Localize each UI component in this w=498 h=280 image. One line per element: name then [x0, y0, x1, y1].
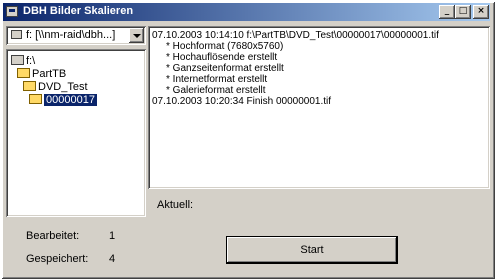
start-button[interactable]: Start: [227, 237, 397, 263]
folder-tree[interactable]: f:\ PartTB DVD_Test 00000017: [6, 49, 146, 217]
bearbeitet-label: Bearbeitet:: [26, 230, 80, 242]
tree-item-drive[interactable]: f:\: [11, 55, 35, 68]
folder-open-icon: [17, 68, 30, 78]
tree-item-parttb[interactable]: PartTB: [17, 68, 66, 81]
minimize-button[interactable]: _: [439, 5, 455, 19]
gespeichert-count: 4: [109, 253, 116, 265]
maximize-button[interactable]: □: [455, 5, 471, 19]
log-line: 07.10.2003 10:20:34 Finish 00000001.tif: [152, 96, 332, 107]
gespeichert-label: Gespeichert:: [26, 253, 89, 265]
log-line: 07.10.2003 10:14:10 f:\PartTB\DVD_Test\0…: [152, 30, 439, 41]
tree-item-00000017[interactable]: 00000017: [29, 94, 97, 107]
drive-dropdown-value: f: [\\nm-raid\dbh...]: [26, 29, 116, 41]
drive-icon: [11, 55, 24, 65]
drive-dropdown[interactable]: f: [\\nm-raid\dbh...]: [6, 26, 146, 45]
close-button[interactable]: ×: [473, 5, 489, 19]
title-bar[interactable]: DBH Bilder Skalieren _ □ ×: [3, 3, 490, 21]
log-output[interactable]: 07.10.2003 10:14:10 f:\PartTB\DVD_Test\0…: [148, 26, 490, 189]
aktuell-label: Aktuell:: [157, 199, 194, 211]
log-line: * Hochformat (7680x5760): [166, 41, 284, 52]
bearbeitet-count: 1: [109, 230, 116, 242]
app-icon[interactable]: [6, 6, 18, 17]
network-drive-icon: [11, 30, 22, 39]
chevron-down-icon[interactable]: [129, 28, 144, 43]
log-line: * Hochauflösende erstellt: [166, 52, 278, 63]
log-line: * Galerieformat erstellt: [166, 85, 266, 96]
tree-item-dvd-test[interactable]: DVD_Test: [23, 81, 88, 94]
log-line: * Ganzseitenformat erstellt: [166, 63, 284, 74]
folder-open-icon: [29, 94, 42, 104]
folder-open-icon: [23, 81, 36, 91]
window-title: DBH Bilder Skalieren: [23, 5, 134, 17]
log-line: * Internetformat erstellt: [166, 74, 268, 85]
